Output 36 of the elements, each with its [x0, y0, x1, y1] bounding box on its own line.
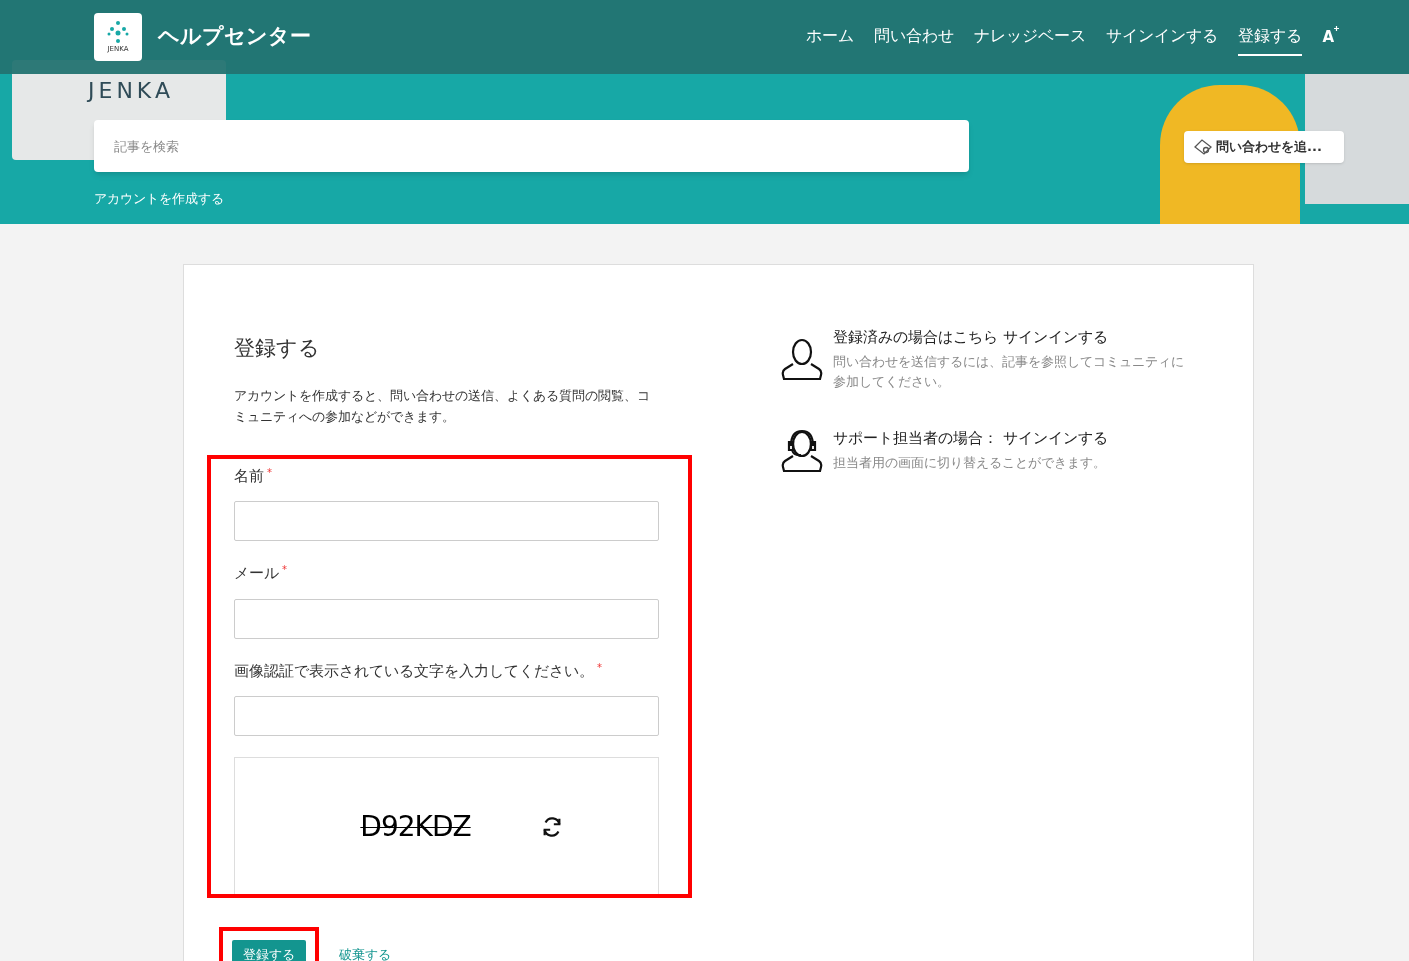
- search-field[interactable]: 記事を検索: [94, 120, 969, 172]
- info-title: 登録済みの場合はこちら: [833, 328, 998, 347]
- required-mark: *: [597, 660, 602, 675]
- info-title: サポート担当者の場合：: [833, 429, 998, 449]
- info-text: 問い合わせを送信するには、記事を参照してコミュニティに参加してください。: [833, 352, 1185, 391]
- info-text: 担当者用の画面に切り替えることができます。: [833, 454, 1107, 473]
- breadcrumb: アカウントを作成する: [94, 190, 224, 208]
- field-label: メール: [234, 563, 279, 584]
- nav-link[interactable]: 登録する: [1238, 18, 1303, 56]
- required-mark: *: [282, 563, 287, 577]
- nav-link[interactable]: ナレッジベース: [974, 18, 1087, 56]
- field-label: 名前: [234, 465, 264, 487]
- plus-icon: [1334, 25, 1339, 31]
- illustration-logo-text: JENKA: [88, 77, 174, 105]
- text-input[interactable]: [234, 696, 659, 736]
- sign-in-link[interactable]: サインインする: [1003, 327, 1108, 349]
- nav-link[interactable]: 問い合わせ: [874, 18, 955, 56]
- discard-link[interactable]: 破棄する: [339, 945, 391, 961]
- site-title: ヘルプセンター: [158, 23, 311, 51]
- ticket-icon: [1194, 139, 1212, 155]
- form-title: 登録する: [234, 335, 321, 362]
- headset-person-icon: [781, 427, 823, 474]
- field-label: 画像認証で表示されている文字を入力してください。: [234, 660, 594, 682]
- required-mark: *: [267, 465, 272, 480]
- person-icon: [781, 336, 823, 383]
- form-description: アカウントを作成すると、問い合わせの送信、よくある質問の閲覧、コミュニティへの参加などができます。: [234, 386, 651, 426]
- text-size-button[interactable]: A: [1322, 25, 1339, 49]
- sign-in-link[interactable]: サインインする: [1003, 428, 1108, 451]
- add-ticket-button[interactable]: 問い合わせを追...: [1184, 131, 1344, 163]
- text-input[interactable]: [234, 598, 659, 639]
- nav-link[interactable]: ホーム: [806, 18, 855, 56]
- logo-icon: [107, 19, 129, 44]
- submit-button[interactable]: 登録する: [232, 940, 306, 961]
- text-input[interactable]: [234, 501, 659, 541]
- captcha-image: D92KDZ: [359, 809, 472, 845]
- nav-link[interactable]: サインインする: [1106, 18, 1219, 56]
